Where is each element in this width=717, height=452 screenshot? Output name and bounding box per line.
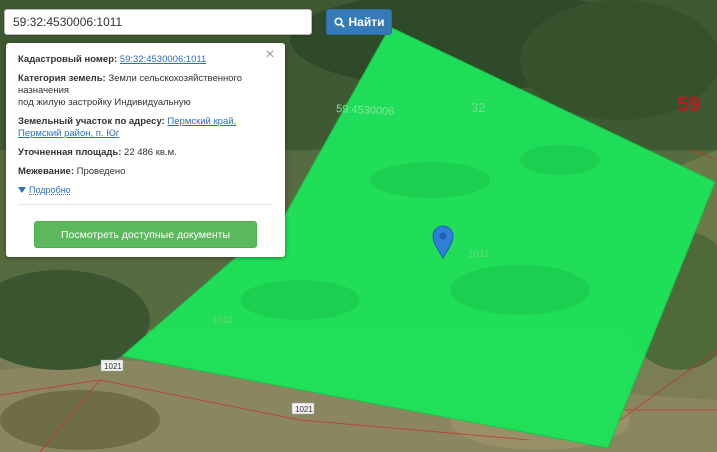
search-button[interactable]: Найти [326,9,392,35]
view-documents-button[interactable]: Посмотреть доступные документы [34,221,257,248]
survey-value: Проведено [76,166,126,177]
land-category-value: под жилую застройку Индивидуальную [18,97,191,108]
area-row: Уточненная площадь: 22 486 кв.м. [18,147,273,159]
triangle-down-icon [18,184,26,196]
close-icon[interactable]: × [263,47,277,63]
address-link[interactable]: Пермский район, п. Юг [18,128,119,139]
cadastral-number-row: Кадастровый номер: 59:32:4530006:1011 [18,54,273,66]
divider [18,204,273,205]
land-category-row: Категория земель: Земли сельскохозяйстве… [18,73,273,109]
details-label: Подробно [29,185,71,195]
cadastral-number-label: Кадастровый номер: [18,54,118,65]
survey-label: Межевание: [18,166,74,177]
land-category-value: назначения [18,85,70,96]
neighbor-label: 1021 [291,402,315,415]
search-icon [333,16,345,28]
parcel-label-number: 1011 [212,315,234,326]
cadastral-number-link[interactable]: 59:32:4530006:1011 [120,54,206,65]
neighbor-label: 1021 [100,359,124,372]
land-category-label: Категория земель: [18,73,106,84]
land-category-value: Земли сельскохозяйственного [108,73,243,84]
parcel-label-number: 1011 [468,249,490,260]
svg-text:1021: 1021 [295,405,313,414]
survey-row: Межевание: Проведено [18,166,273,178]
search-button-label: Найти [348,15,385,29]
search-input[interactable] [4,9,312,35]
address-label: Земельный участок по адресу: [18,116,165,127]
area-value: 22 486 кв.м. [124,147,177,158]
parcel-label-district: 32 [471,100,485,115]
region-number: 59 [677,93,701,116]
area-label: Уточненная площадь: [18,147,122,158]
svg-text:1021: 1021 [104,362,122,371]
details-toggle[interactable]: Подробно [18,184,71,196]
address-row: Земельный участок по адресу: Пермский кр… [18,116,273,140]
parcel-info-popup: × Кадастровый номер: 59:32:4530006:1011 … [6,43,285,257]
address-link[interactable]: Пермский край, [167,116,236,127]
